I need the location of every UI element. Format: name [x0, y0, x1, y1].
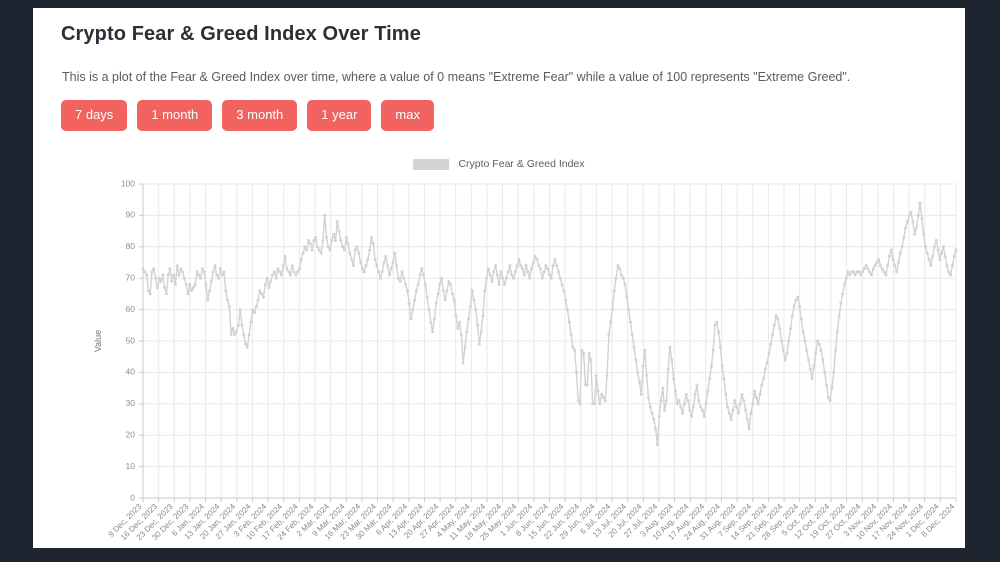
- svg-text:30: 30: [126, 398, 136, 408]
- page-title: Crypto Fear & Greed Index Over Time: [61, 23, 421, 45]
- svg-text:0: 0: [130, 492, 135, 502]
- range-button-1-year[interactable]: 1 year: [307, 100, 372, 131]
- range-button-max[interactable]: max: [381, 100, 434, 131]
- x-axis-tick-labels: 9 Dec, 202316 Dec, 202323 Dec, 202330 De…: [107, 502, 957, 543]
- svg-text:20: 20: [126, 429, 136, 439]
- svg-text:10: 10: [126, 461, 136, 471]
- svg-text:40: 40: [126, 367, 136, 377]
- svg-text:100: 100: [121, 178, 135, 188]
- svg-text:50: 50: [126, 335, 136, 345]
- svg-text:70: 70: [126, 272, 136, 282]
- y-axis-tick-labels: 0 10 20 30 40 50 60 70 80 90 100: [121, 178, 135, 502]
- line-chart-plot: 0 10 20 30 40 50 60 70 80 90 100 9 Dec, 202316 Dec…: [93, 178, 958, 543]
- range-button-group: 7 days 1 month 3 month 1 year max: [61, 100, 434, 131]
- range-button-3-month[interactable]: 3 month: [222, 100, 298, 131]
- chart-gridlines: [142, 183, 957, 499]
- range-button-1-month[interactable]: 1 month: [137, 100, 213, 131]
- chart-axes: [139, 183, 957, 502]
- page-description: This is a plot of the Fear & Greed Index…: [62, 70, 851, 84]
- svg-text:60: 60: [126, 304, 136, 314]
- y-axis-title: Value: [93, 330, 103, 352]
- chart-container: Crypto Fear & Greed Index 0 10 20 30 40 50 60 7…: [33, 153, 965, 548]
- svg-text:90: 90: [126, 210, 136, 220]
- svg-text:80: 80: [126, 241, 136, 251]
- page-card: Crypto Fear & Greed Index Over Time This…: [33, 8, 965, 548]
- range-button-7-days[interactable]: 7 days: [61, 100, 128, 131]
